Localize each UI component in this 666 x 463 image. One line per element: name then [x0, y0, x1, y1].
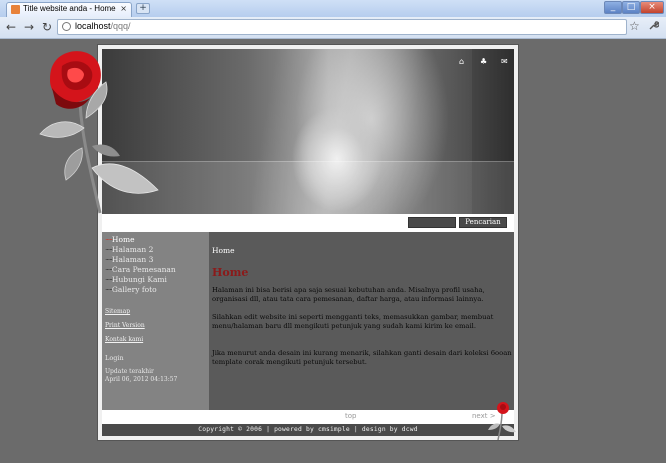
favicon-icon: [11, 5, 20, 14]
banner-band: [102, 161, 514, 214]
sidebar-item-label: Halaman 2: [111, 245, 154, 254]
sidebar-item-gallery-foto[interactable]: ·····Gallery foto: [105, 285, 157, 294]
forward-icon[interactable]: →: [22, 20, 36, 34]
mail-icon[interactable]: ✉: [501, 57, 508, 66]
rose-decoration-icon: [39, 51, 159, 214]
page-info-icon: [62, 22, 71, 31]
content-paragraph: Jika menurut anda desain ini kurang mena…: [212, 349, 512, 366]
contact-link[interactable]: Kontak kami: [105, 336, 143, 343]
content-paragraph: Silahkan edit website ini seperti mengga…: [212, 313, 494, 330]
tab-title: Title website anda - Home: [23, 4, 116, 13]
header-banner: ⌂ ♣ ✉: [102, 49, 514, 214]
home-icon[interactable]: ⌂: [459, 57, 464, 66]
content-paragraph: Halaman ini bisa berisi apa saja sesuai …: [212, 286, 485, 303]
sidebar-item-label: Home: [111, 235, 135, 244]
sitemap-icon[interactable]: ♣: [480, 57, 487, 66]
bookmark-star-icon[interactable]: ☆: [629, 19, 640, 33]
sidebar-item-hubungi-kami[interactable]: ·····Hubungi Kami: [105, 275, 167, 284]
nav-dots: ·····: [105, 285, 113, 294]
address-bar[interactable]: localhost/qqq/: [57, 19, 627, 35]
sidebar-item-cara-pemesanan[interactable]: ·····Cara Pemesanan: [105, 265, 176, 274]
sidebar-item-label: Gallery foto: [111, 285, 157, 294]
sidebar-item-home[interactable]: ·····Home: [105, 235, 135, 244]
minimize-button[interactable]: _: [604, 1, 622, 14]
back-icon[interactable]: ←: [4, 20, 18, 34]
login-link[interactable]: Login: [105, 354, 124, 362]
page-container: ⌂ ♣ ✉ Pencarian ·····Home ·····Halaman 2…: [102, 49, 514, 436]
sidebar-item-label: Hubungi Kami: [111, 275, 167, 284]
close-window-button[interactable]: ×: [640, 1, 664, 14]
main-content: Home Home Halaman ini bisa berisi apa sa…: [209, 232, 514, 410]
new-tab-button[interactable]: +: [136, 3, 150, 14]
search-input[interactable]: [408, 217, 456, 228]
footer-text: Copyright © 2006 | powered by cmsimple |…: [198, 426, 418, 433]
page-navigation: top next >: [102, 410, 514, 424]
browser-titlebar: Title website anda - Home × + _ □ ×: [0, 0, 666, 17]
url-path: /qqq/: [110, 21, 131, 31]
nav-dots: ·····: [105, 245, 113, 254]
wrench-menu-icon[interactable]: [648, 20, 660, 34]
footer: Copyright © 2006 | powered by cmsimple |…: [102, 424, 514, 436]
sidebar-item-label: Halaman 3: [111, 255, 154, 264]
nav-dots: ·····: [105, 235, 113, 244]
search-button[interactable]: Pencarian: [459, 217, 507, 228]
url-host: localhost: [75, 21, 111, 31]
browser-toolbar: ← → ↻ localhost/qqq/ ☆: [0, 17, 666, 39]
sidebar-item-halaman-3[interactable]: ·····Halaman 3: [105, 255, 153, 264]
tab-close-icon[interactable]: ×: [120, 4, 127, 13]
maximize-button[interactable]: □: [622, 1, 640, 14]
print-version-link[interactable]: Print Version: [105, 322, 145, 329]
nav-dots: ·····: [105, 255, 113, 264]
small-rose-icon: [488, 402, 516, 440]
sidebar-item-label: Cara Pemesanan: [111, 265, 176, 274]
search-bar: Pencarian: [102, 214, 514, 232]
last-update-label: Update terakhir: [105, 368, 154, 375]
sidebar-item-halaman-2[interactable]: ·····Halaman 2: [105, 245, 153, 254]
sitemap-link[interactable]: Sitemap: [105, 308, 130, 315]
nav-dots: ·····: [105, 265, 113, 274]
last-update-date: April 06, 2012 04:13:57: [105, 376, 178, 383]
nav-dots: ·····: [105, 275, 113, 284]
url-text: localhost/qqq/: [75, 21, 131, 31]
browser-tab[interactable]: Title website anda - Home ×: [6, 2, 132, 17]
breadcrumb[interactable]: Home: [212, 246, 235, 255]
page-title: Home: [212, 266, 249, 279]
sidebar: ·····Home ·····Halaman 2 ·····Halaman 3 …: [102, 232, 209, 410]
reload-icon[interactable]: ↻: [40, 20, 54, 34]
top-link[interactable]: top: [345, 412, 356, 420]
